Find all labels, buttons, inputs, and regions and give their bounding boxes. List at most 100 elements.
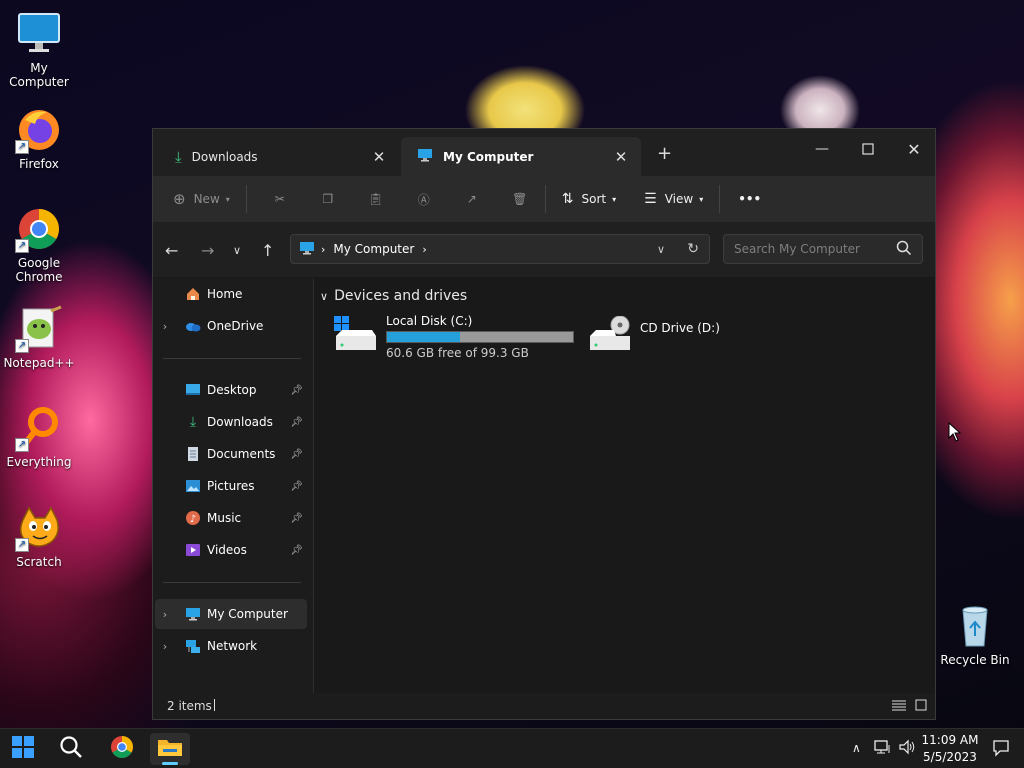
details-view-icon[interactable] [891, 699, 907, 714]
sidebar-item-downloads[interactable]: ⤓ Downloads 📌︎ [155, 407, 307, 437]
tab-bar: ⤓ Downloads ✕ My Computer ✕ + — ✕ [153, 129, 935, 176]
sidebar-item-desktop[interactable]: Desktop 📌︎ [155, 375, 307, 405]
sidebar-item-videos[interactable]: Videos 📌︎ [155, 535, 307, 565]
pin-icon[interactable]: 📌︎ [290, 417, 303, 428]
sidebar-item-label: OneDrive [207, 319, 264, 333]
address-dropdown-chevron-icon[interactable]: ∨ [657, 243, 665, 256]
new-tab-plus-icon[interactable]: + [657, 143, 672, 164]
expand-chevron-icon[interactable]: › [155, 608, 175, 621]
network-status-icon[interactable] [874, 739, 892, 759]
desktop-icon-label: Everything [6, 455, 72, 469]
recent-locations-chevron-icon[interactable]: ∨ [233, 244, 241, 257]
notification-center-icon[interactable] [992, 739, 1010, 761]
share-button[interactable]: ↗ [457, 192, 487, 206]
expand-chevron-icon[interactable]: › [155, 320, 175, 333]
desktop-icon-chrome[interactable]: ↗ Google Chrome [0, 205, 78, 284]
clock-time: 11:09 AM [921, 733, 979, 747]
sidebar-item-network[interactable]: › Network [155, 631, 307, 661]
drive-item-local-disk[interactable]: Local Disk (C:) 60.6 GB free of 99.3 GB [332, 314, 574, 360]
chevron-down-icon: ▾ [699, 194, 704, 204]
drive-usage-fill [387, 332, 460, 342]
sort-button-label: Sort [581, 192, 607, 206]
view-button[interactable]: ☰ View ▾ [644, 191, 703, 207]
paste-button[interactable]: 📋︎ [361, 192, 391, 206]
clock[interactable]: 11:09 AM 5/5/2023 [920, 732, 980, 766]
back-arrow-icon[interactable]: ← [165, 241, 178, 260]
status-bar: 2 items [153, 693, 935, 719]
sidebar-item-label: My Computer [207, 607, 288, 621]
forward-arrow-icon[interactable]: → [201, 241, 214, 260]
sidebar-item-pictures[interactable]: Pictures 📌︎ [155, 471, 307, 501]
search-taskbar-button[interactable] [51, 733, 91, 765]
drive-item-cd-drive[interactable]: CD Drive (D:) [586, 315, 720, 356]
tab-downloads[interactable]: ⤓ Downloads ✕ [159, 137, 399, 176]
breadcrumb-my-computer[interactable]: My Computer [333, 242, 414, 256]
new-button[interactable]: ⊕ New ▾ [173, 190, 230, 208]
sort-arrows-icon: ⇅ [561, 191, 574, 207]
show-hidden-icons-chevron-icon[interactable]: ∧ [852, 741, 861, 755]
pin-icon[interactable]: 📌︎ [290, 545, 303, 556]
desktop-icon-recycle-bin[interactable]: Recycle Bin [936, 602, 1014, 667]
toolbar-divider [544, 185, 546, 213]
file-explorer-taskbar-button[interactable] [150, 733, 190, 765]
tiles-view-icon[interactable] [915, 699, 927, 714]
sidebar-item-label: Desktop [207, 383, 257, 397]
rename-button[interactable]: Ⓐ [409, 191, 439, 208]
desktop-icon-label: Firefox [19, 157, 59, 171]
copy-button[interactable]: ❐ [313, 192, 343, 206]
svg-text:♪: ♪ [190, 514, 196, 525]
tab-my-computer[interactable]: My Computer ✕ [401, 137, 641, 176]
breadcrumb-separator-icon: › [422, 242, 427, 256]
chrome-icon [110, 735, 134, 763]
desktop-icon-my-computer[interactable]: My Computer [0, 10, 78, 89]
more-options-button[interactable]: ••• [738, 192, 761, 206]
desktop-icon-label: Scratch [16, 555, 62, 569]
desktop-icon-label: My Computer [9, 61, 69, 89]
drive-name: CD Drive (D:) [640, 321, 720, 335]
delete-button[interactable]: 🗑︎ [505, 192, 535, 206]
refresh-icon[interactable]: ↻ [687, 241, 699, 257]
sidebar-item-label: Documents [207, 447, 276, 461]
close-tab-icon[interactable]: ✕ [613, 148, 629, 166]
group-header-devices[interactable]: ∨ Devices and drives [320, 288, 467, 304]
address-row: ← → ∨ ↑ › My Computer › ∨ ↻ [153, 223, 935, 277]
start-button[interactable] [3, 733, 43, 765]
pin-icon[interactable]: 📌︎ [290, 385, 303, 396]
sort-button[interactable]: ⇅ Sort ▾ [562, 191, 616, 207]
maximize-icon[interactable] [845, 135, 891, 163]
close-tab-icon[interactable]: ✕ [371, 148, 387, 166]
volume-icon[interactable] [898, 739, 916, 759]
sidebar-item-my-computer[interactable]: › My Computer [155, 599, 307, 629]
expand-chevron-icon[interactable]: › [155, 640, 175, 653]
pin-icon[interactable]: 📌︎ [290, 481, 303, 492]
search-box[interactable] [723, 234, 923, 264]
sidebar-item-onedrive[interactable]: › OneDrive [155, 311, 307, 341]
navigation-pane: Home › OneDrive Desktop 📌︎ ⤓ Downloads 📌… [153, 278, 314, 693]
search-input[interactable] [732, 241, 896, 257]
pin-icon[interactable]: 📌︎ [290, 449, 303, 460]
minimize-icon[interactable]: — [799, 135, 845, 163]
sidebar-item-home[interactable]: Home [155, 279, 307, 309]
desktop-icon-scratch[interactable]: ↗ Scratch [0, 504, 78, 569]
close-window-icon[interactable]: ✕ [891, 135, 937, 163]
chrome-taskbar-button[interactable] [102, 733, 142, 765]
drive-name: Local Disk (C:) [386, 314, 473, 328]
address-bar[interactable]: › My Computer › ∨ ↻ [290, 234, 710, 264]
up-arrow-icon[interactable]: ↑ [261, 241, 274, 260]
sidebar-item-music[interactable]: ♪ Music 📌︎ [155, 503, 307, 533]
desktop-icon-everything[interactable]: ↗ Everything [0, 404, 78, 469]
pin-icon[interactable]: 📌︎ [290, 513, 303, 524]
shortcut-arrow-icon: ↗ [15, 438, 29, 452]
status-divider [214, 699, 215, 711]
cut-button[interactable]: ✂ [265, 192, 295, 206]
clock-date: 5/5/2023 [923, 750, 977, 764]
desktop-icon-label: Google Chrome [15, 256, 63, 284]
mouse-cursor-icon [948, 421, 962, 446]
search-icon[interactable] [896, 240, 912, 259]
sidebar-item-documents[interactable]: Documents 📌︎ [155, 439, 307, 469]
sidebar-item-label: Videos [207, 543, 247, 557]
sidebar-item-label: Network [207, 639, 258, 653]
shortcut-arrow-icon: ↗ [15, 140, 29, 154]
desktop-icon-notepadpp[interactable]: ↗ Notepad++ [0, 305, 78, 370]
desktop-icon-firefox[interactable]: ↗ Firefox [0, 106, 78, 171]
